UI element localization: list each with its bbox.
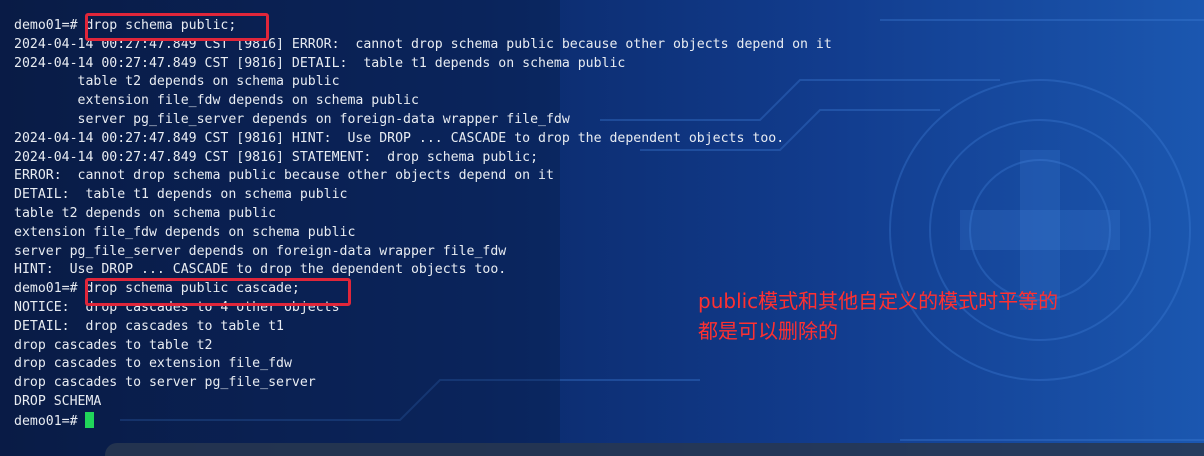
terminal-line: server pg_file_server depends on foreign…	[14, 111, 570, 127]
terminal-line: drop cascades to server pg_file_server	[14, 375, 316, 391]
terminal-line: 2024-04-14 00:27:47.849 CST [9816] STATE…	[14, 149, 539, 165]
terminal-line: extension file_fdw depends on schema pub…	[14, 93, 419, 109]
highlight-box-drop-cascade	[85, 278, 351, 306]
terminal-output: demo01=# drop schema public; 2024-04-14 0…	[14, 17, 832, 431]
terminal-line: server pg_file_server depends on foreign…	[14, 243, 507, 259]
terminal-line: DROP SCHEMA	[14, 393, 102, 409]
annotation-text: public模式和其他自定义的模式时平等的 都是可以删除的	[698, 286, 1058, 346]
terminal-line: drop cascades to extension file_fdw	[14, 356, 292, 372]
highlight-box-drop-schema	[85, 13, 269, 41]
annotation-line: public模式和其他自定义的模式时平等的	[698, 289, 1059, 313]
prompt: demo01=#	[14, 413, 86, 429]
terminal-line: DETAIL: table t1 depends on schema publi…	[14, 187, 348, 203]
bottom-overlay-bar	[105, 443, 1204, 456]
terminal-line: ERROR: cannot drop schema public because…	[14, 168, 554, 184]
terminal-line: extension file_fdw depends on schema pub…	[14, 224, 356, 240]
annotation-line: 都是可以删除的	[698, 319, 838, 343]
terminal-line: 2024-04-14 00:27:47.849 CST [9816] DETAI…	[14, 55, 626, 71]
terminal-line: table t2 depends on schema public	[14, 205, 277, 221]
terminal-prompt-line[interactable]: demo01=#	[14, 411, 832, 431]
terminal-line: table t2 depends on schema public	[14, 74, 340, 90]
terminal-line: 2024-04-14 00:27:47.849 CST [9816] HINT:…	[14, 130, 785, 146]
text-cursor	[85, 411, 95, 428]
